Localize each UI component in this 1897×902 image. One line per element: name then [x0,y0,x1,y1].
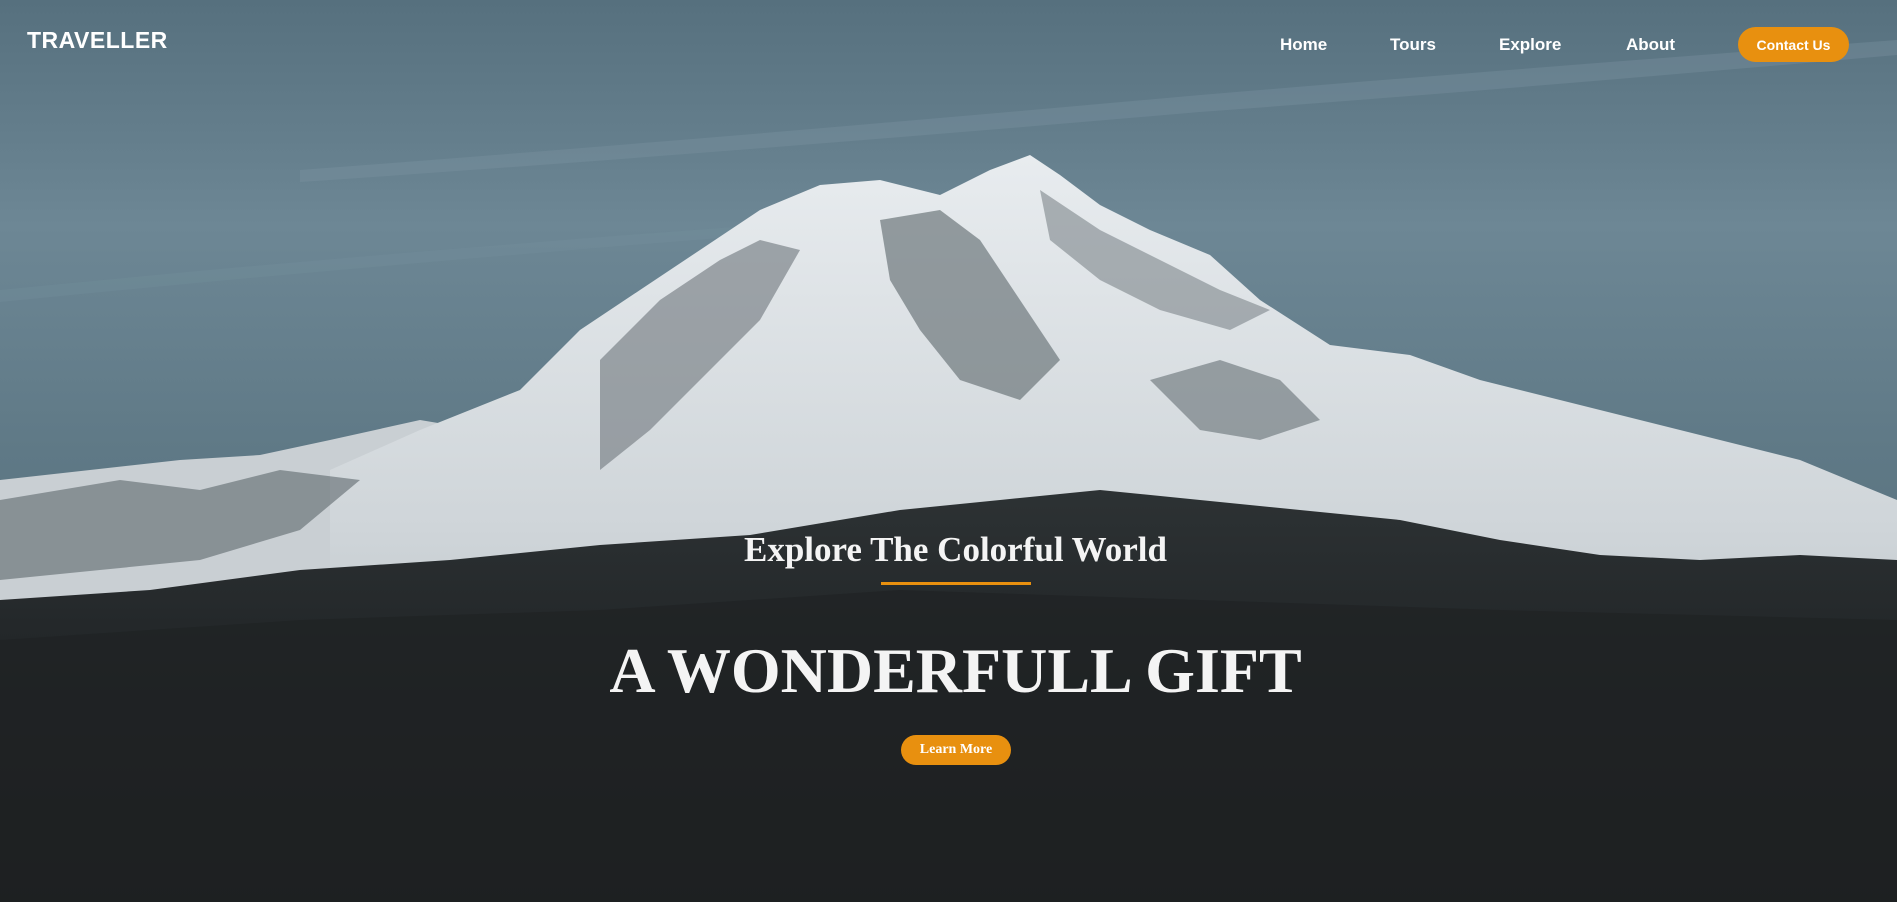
hero-tagline: Explore The Colorful World [744,530,1167,569]
hero-section: TRAVELLER Home Tours Explore About Conta… [0,0,1897,902]
learn-more-button[interactable]: Learn More [901,735,1011,765]
tagline-underline-divider [881,582,1031,585]
hero-content: Explore The Colorful World A WONDERFULL … [0,0,1897,902]
hero-headline: A WONDERFULL GIFT [609,635,1302,706]
